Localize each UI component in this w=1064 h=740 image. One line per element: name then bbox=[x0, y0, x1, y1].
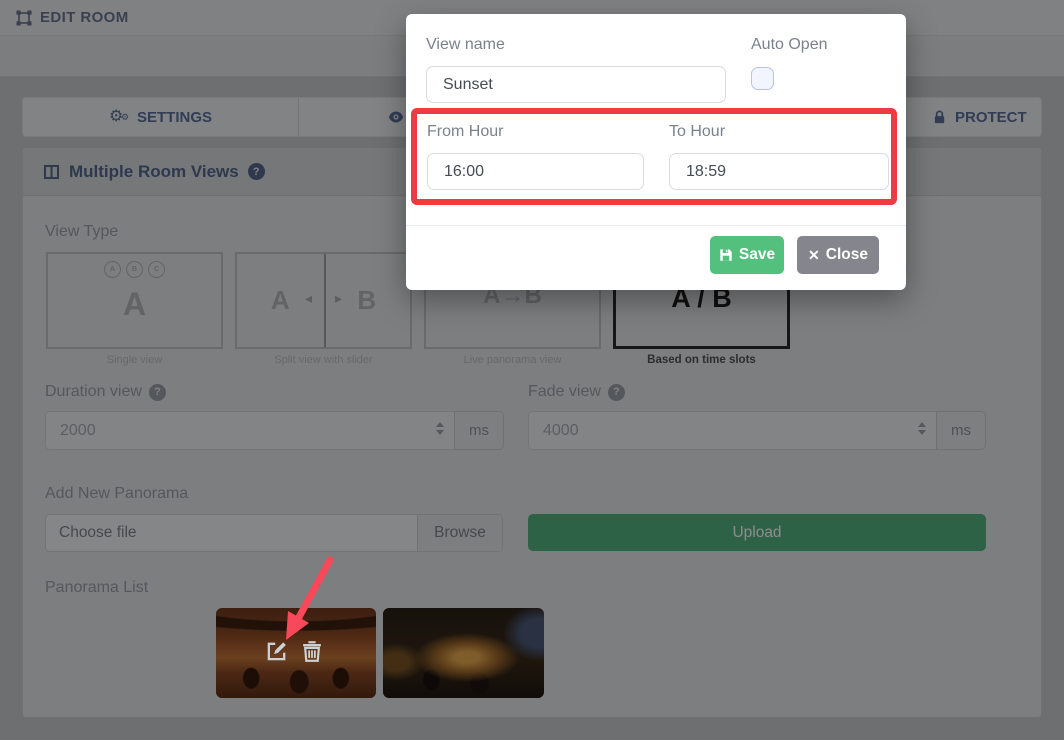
floppy-icon bbox=[719, 248, 733, 262]
save-label: Save bbox=[739, 246, 775, 264]
from-hour-label: From Hour bbox=[427, 123, 503, 141]
close-label: Close bbox=[826, 246, 868, 264]
save-button[interactable]: Save bbox=[710, 236, 784, 274]
panorama-actions bbox=[265, 639, 324, 663]
to-hour-input[interactable] bbox=[669, 153, 889, 190]
modal-footer-divider bbox=[406, 225, 906, 226]
view-name-label: View name bbox=[426, 36, 505, 54]
edit-view-modal: View name Auto Open From Hour To Hour Sa… bbox=[406, 14, 906, 290]
auto-open-label: Auto Open bbox=[751, 36, 828, 54]
view-name-input[interactable] bbox=[426, 66, 726, 103]
to-hour-label: To Hour bbox=[669, 123, 725, 141]
trash-icon[interactable] bbox=[300, 639, 324, 663]
close-x-icon: ✕ bbox=[808, 247, 820, 264]
from-hour-input[interactable] bbox=[427, 153, 644, 190]
edit-icon[interactable] bbox=[265, 639, 289, 663]
auto-open-checkbox[interactable] bbox=[751, 67, 774, 90]
close-button[interactable]: ✕ Close bbox=[797, 236, 879, 274]
